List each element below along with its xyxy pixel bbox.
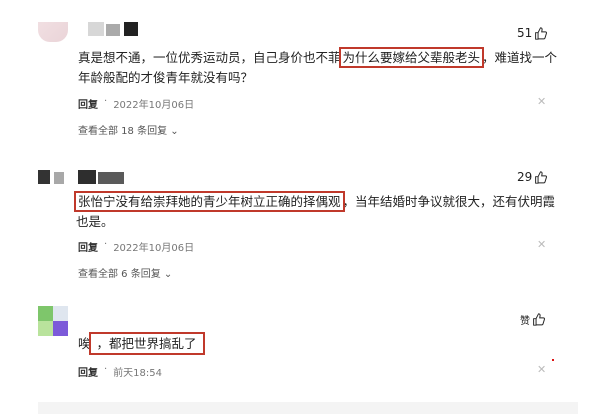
separator-dot: ·: [104, 96, 108, 107]
close-icon[interactable]: ✕: [537, 238, 546, 251]
comment-text: 张怡宁没有给崇拜她的青少年树立正确的择偶观 ，当年结婚时争议就很大，还有伏明霞也是…: [74, 191, 556, 229]
separator-dot: ·: [104, 239, 108, 250]
username-blurred[interactable]: [78, 22, 144, 38]
like-count: 51: [517, 26, 533, 40]
close-icon[interactable]: ✕: [537, 95, 546, 108]
thumbs-up-icon: [533, 313, 545, 326]
highlight-box: 为什么要嫁给父辈般老头: [338, 47, 485, 68]
red-dot-marker: [552, 359, 554, 361]
thumbs-up-icon: [535, 26, 548, 40]
reply-input-bar[interactable]: [38, 402, 578, 414]
view-replies-link[interactable]: 查看全部 18 条回复 ⌄: [78, 122, 179, 137]
highlight-box: ，都把世界搞乱了: [88, 332, 205, 355]
avatar[interactable]: [38, 306, 68, 336]
thumbs-up-icon: [535, 170, 548, 184]
close-icon[interactable]: ✕: [537, 363, 546, 376]
chevron-down-icon: ⌄: [163, 269, 173, 280]
reply-button[interactable]: 回复: [78, 239, 98, 254]
reply-button[interactable]: 回复: [78, 96, 98, 111]
comment-text: 唉，都把世界搞乱了: [78, 332, 558, 355]
like-count: 29: [517, 170, 533, 184]
timestamp: 2022年10月06日: [113, 100, 195, 111]
timestamp: 2022年10月06日: [113, 243, 195, 254]
avatar[interactable]: [38, 170, 50, 184]
username-blurred[interactable]: [78, 170, 148, 186]
like-button[interactable]: 29: [517, 170, 548, 184]
like-button[interactable]: 赞: [520, 312, 545, 327]
comment-meta: 回复 · 2022年10月06日: [78, 96, 194, 111]
chevron-down-icon: ⌄: [170, 126, 179, 137]
comment-meta: 回复 · 2022年10月06日: [78, 239, 194, 254]
comment-text: 真是想不通，一位优秀运动员，自己身价也不菲 为什么要嫁给父辈般老头 ，难道找一个年龄…: [78, 47, 558, 85]
highlight-box: 张怡宁没有给崇拜她的青少年树立正确的择偶观: [74, 191, 345, 212]
like-button[interactable]: 51: [517, 26, 548, 40]
comment-meta: 回复 · 前天18:54: [78, 364, 162, 379]
avatar[interactable]: [38, 22, 68, 42]
timestamp: 前天18:54: [113, 368, 163, 379]
separator-dot: ·: [104, 364, 108, 375]
like-label: 赞: [520, 316, 530, 327]
view-replies-link[interactable]: 查看全部 6 条回复 ⌄: [78, 265, 172, 280]
avatar-fragment: [54, 172, 64, 184]
reply-button[interactable]: 回复: [78, 364, 98, 379]
